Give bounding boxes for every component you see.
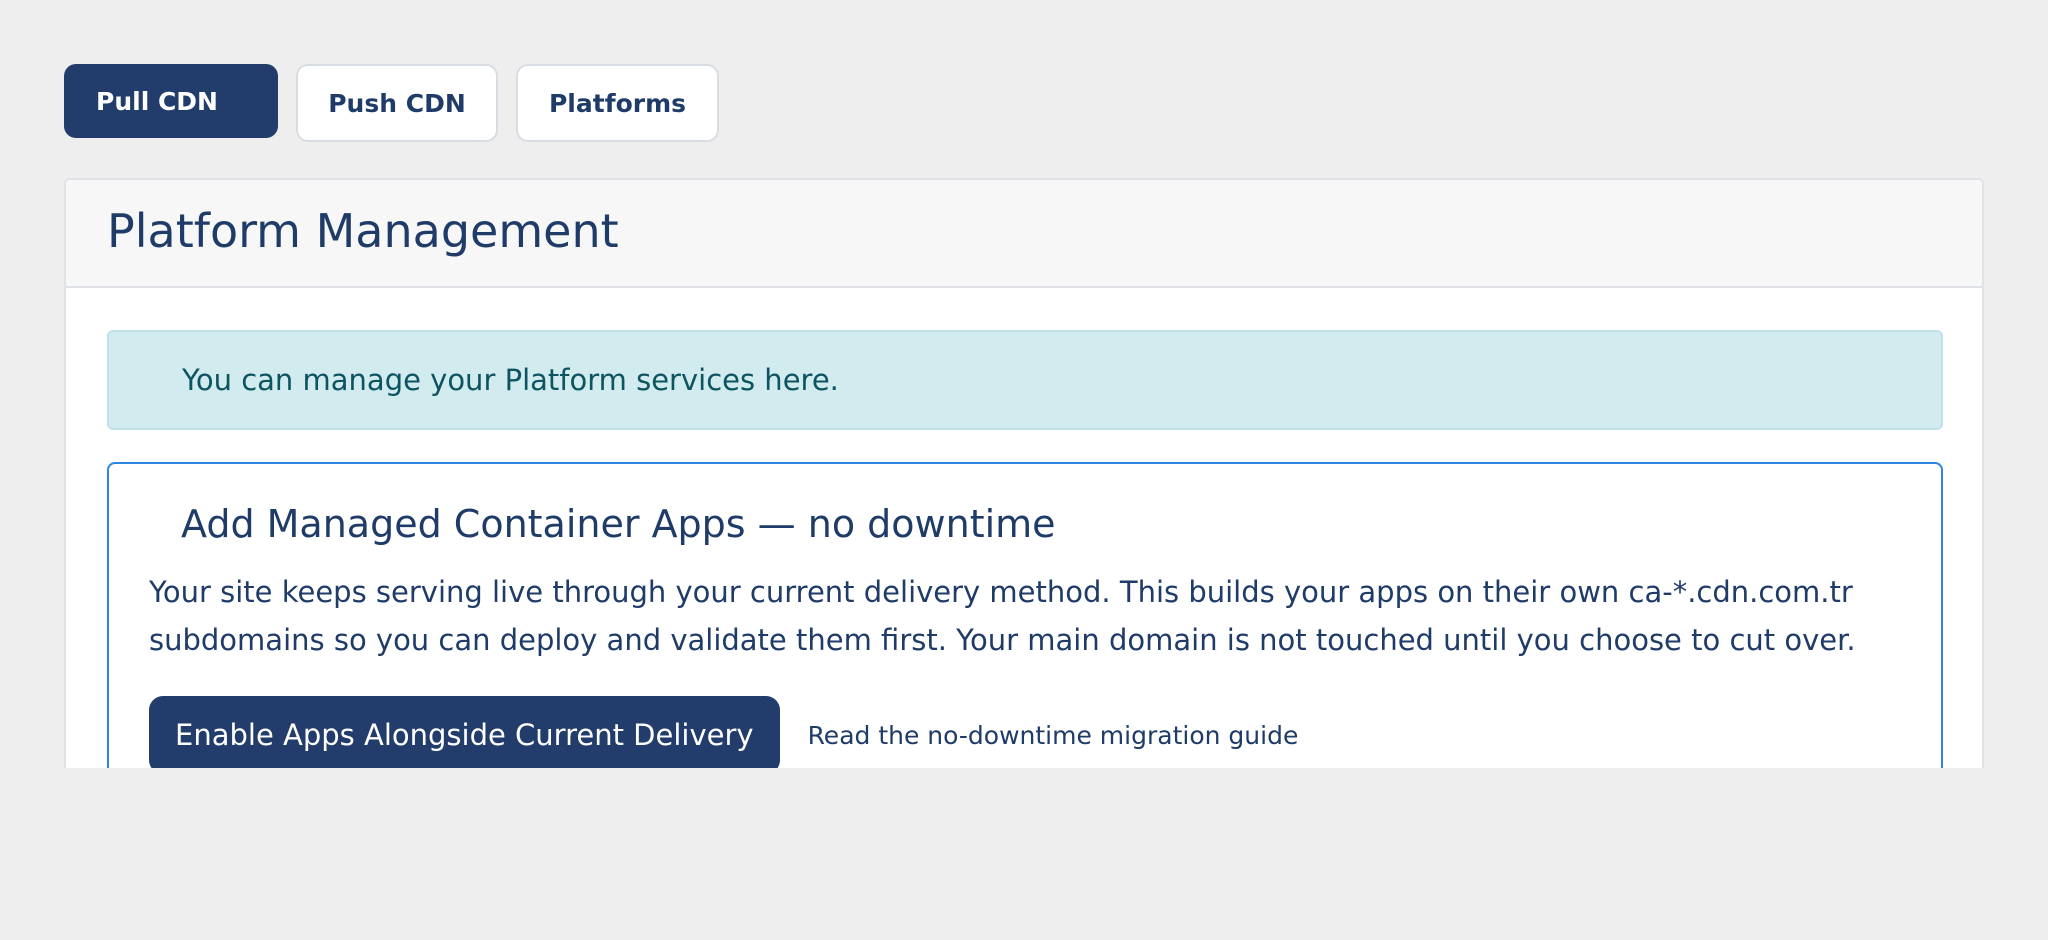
tab-pull-cdn[interactable]: Pull CDN: [64, 64, 278, 138]
tab-bar: Pull CDN Push CDN Platforms: [64, 64, 719, 142]
page-title: Platform Management: [107, 204, 619, 258]
info-alert-text: You can manage your Platform services he…: [182, 363, 839, 397]
info-alert: You can manage your Platform services he…: [107, 330, 1943, 430]
container-apps-promo: Add Managed Container Apps — no downtime…: [107, 462, 1943, 768]
tab-platforms[interactable]: Platforms: [516, 64, 719, 142]
promo-description: Your site keeps serving live through you…: [149, 575, 1856, 657]
promo-title: Add Managed Container Apps — no downtime: [181, 502, 1056, 546]
platform-management-card: Platform Management You can manage your …: [64, 178, 1984, 768]
card-header: Platform Management: [66, 180, 1982, 288]
enable-apps-button[interactable]: Enable Apps Alongside Current Delivery: [149, 696, 780, 768]
tab-push-cdn[interactable]: Push CDN: [296, 64, 498, 142]
migration-guide-link[interactable]: Read the no-downtime migration guide: [808, 721, 1299, 750]
promo-actions: Enable Apps Alongside Current Delivery R…: [149, 696, 1298, 768]
